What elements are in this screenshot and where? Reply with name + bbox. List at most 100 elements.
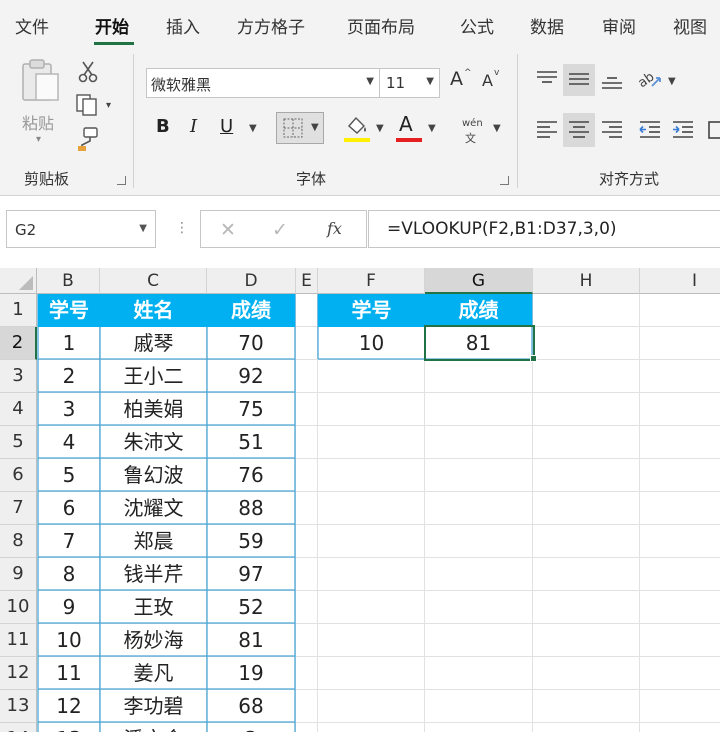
borders-button[interactable]: ▼ [276, 112, 324, 144]
cell-b11[interactable]: 10 [38, 624, 100, 657]
cell-c9[interactable]: 钱半芹 [100, 558, 207, 591]
cell-c12[interactable]: 姜凡 [100, 657, 207, 690]
cell-b9[interactable]: 8 [38, 558, 100, 591]
cell-c11[interactable]: 杨妙海 [100, 624, 207, 657]
align-left-icon[interactable] [534, 118, 560, 142]
confirm-entry-button[interactable]: ✓ [272, 219, 288, 241]
cell-d14[interactable]: 3 [207, 723, 295, 732]
phonetic-dropdown-arrow[interactable]: ▼ [493, 123, 501, 134]
formula-input[interactable]: =VLOOKUP(F2,B1:D37,3,0) [368, 210, 720, 248]
cell-b12[interactable]: 11 [38, 657, 100, 690]
caret-down-icon: v [494, 68, 500, 78]
cell-d2[interactable]: 70 [207, 327, 295, 360]
orientation-dropdown-arrow[interactable]: ▼ [668, 76, 676, 87]
cell-d8[interactable]: 59 [207, 525, 295, 558]
font-color-dropdown-arrow[interactable]: ▼ [428, 123, 436, 134]
cell-b2[interactable]: 1 [38, 327, 100, 360]
align-top-icon[interactable] [534, 68, 560, 90]
formula-text: =VLOOKUP(F2,B1:D37,3,0) [387, 219, 617, 239]
paste-dropdown-arrow[interactable]: ▾ [36, 134, 41, 145]
header-cell-id[interactable]: 学号 [38, 294, 100, 327]
underline-button[interactable]: U [220, 116, 233, 137]
lookup-header-score[interactable]: 成绩 [425, 294, 532, 327]
cell-b6[interactable]: 5 [38, 459, 100, 492]
cancel-entry-button[interactable]: ✕ [220, 219, 236, 241]
italic-button[interactable]: I [190, 116, 197, 137]
cell-d7[interactable]: 88 [207, 492, 295, 525]
cell-c3[interactable]: 王小二 [100, 360, 207, 393]
tab-file[interactable]: 文件 [15, 13, 49, 38]
cell-c2[interactable]: 戚琴 [100, 327, 207, 360]
tab-insert[interactable]: 插入 [166, 13, 200, 38]
cell-c6[interactable]: 鲁幻波 [100, 459, 207, 492]
cell-c7[interactable]: 沈耀文 [100, 492, 207, 525]
decrease-indent-icon[interactable] [637, 118, 663, 142]
format-painter-icon[interactable] [76, 126, 100, 152]
phonetic-guide-button[interactable]: wén [462, 118, 483, 129]
cell-d11[interactable]: 81 [207, 624, 295, 657]
align-middle-icon[interactable] [566, 68, 592, 90]
cell-c10[interactable]: 王玫 [100, 591, 207, 624]
font-color-button[interactable]: A [399, 112, 413, 136]
cell-c13[interactable]: 李功碧 [100, 690, 207, 723]
tab-review[interactable]: 审阅 [602, 13, 636, 38]
cell-b3[interactable]: 2 [38, 360, 100, 393]
cell-b4[interactable]: 3 [38, 393, 100, 426]
cell-d13[interactable]: 68 [207, 690, 295, 723]
tab-formulas[interactable]: 公式 [460, 13, 494, 38]
insert-function-button[interactable]: fx [327, 219, 342, 238]
cell-c5[interactable]: 朱沛文 [100, 426, 207, 459]
cell-b7[interactable]: 6 [38, 492, 100, 525]
cell-d3[interactable]: 92 [207, 360, 295, 393]
cell-b5[interactable]: 4 [38, 426, 100, 459]
copy-dropdown-arrow[interactable]: ▾ [106, 100, 111, 111]
cell-d6[interactable]: 76 [207, 459, 295, 492]
font-family-select[interactable]: 微软雅黑 ▼ [146, 68, 380, 98]
fill-handle[interactable] [530, 355, 537, 362]
decrease-font-size-button[interactable]: A [482, 71, 493, 90]
tab-data[interactable]: 数据 [530, 13, 564, 38]
cell-c4[interactable]: 柏美娟 [100, 393, 207, 426]
fill-color-icon[interactable] [344, 114, 370, 136]
cell-d9[interactable]: 97 [207, 558, 295, 591]
cut-icon[interactable] [77, 60, 99, 84]
font-dialog-launcher[interactable] [500, 176, 509, 185]
increase-font-size-button[interactable]: A [450, 68, 463, 90]
caret-up-icon: ^ [464, 68, 472, 78]
paste-button[interactable]: 粘贴 ▾ [14, 56, 66, 146]
tab-view[interactable]: 视图 [673, 13, 707, 38]
font-size-select[interactable]: 11 ▼ [380, 68, 440, 98]
name-box[interactable]: G2 ▼ [6, 210, 156, 248]
copy-icon[interactable] [75, 93, 101, 117]
align-bottom-icon[interactable] [599, 68, 625, 94]
bold-button[interactable]: B [156, 116, 170, 137]
cell-b13[interactable]: 12 [38, 690, 100, 723]
cell-d5[interactable]: 51 [207, 426, 295, 459]
cell-c8[interactable]: 郑晨 [100, 525, 207, 558]
tab-fangfang[interactable]: 方方格子 [237, 13, 305, 38]
cell-d10[interactable]: 52 [207, 591, 295, 624]
cell-d12[interactable]: 19 [207, 657, 295, 690]
align-center-icon[interactable] [566, 118, 592, 142]
clipboard-dialog-launcher[interactable] [117, 176, 126, 185]
orientation-icon[interactable]: ab [636, 66, 664, 92]
cell-c14[interactable]: 潘文金 [100, 723, 207, 732]
tab-page-layout[interactable]: 页面布局 [347, 13, 415, 38]
cell-b10[interactable]: 9 [38, 591, 100, 624]
cell-f2[interactable]: 10 [318, 327, 425, 360]
underline-dropdown-arrow[interactable]: ▼ [249, 123, 257, 134]
header-cell-name[interactable]: 姓名 [100, 294, 207, 327]
tab-home[interactable]: 开始 [95, 13, 129, 38]
lookup-header-id[interactable]: 学号 [318, 294, 425, 327]
cell-b8[interactable]: 7 [38, 525, 100, 558]
more-options-icon[interactable]: ⋮ [175, 220, 189, 236]
worksheet-grid[interactable]: B C D E F G H I 1 2 3 4 5 6 7 8 9 10 11 … [0, 268, 720, 732]
header-cell-score[interactable]: 成绩 [207, 294, 295, 327]
cell-b14[interactable]: 13 [38, 723, 100, 732]
cell-d4[interactable]: 75 [207, 393, 295, 426]
increase-indent-icon[interactable] [670, 118, 696, 142]
paste-icon [22, 59, 59, 101]
fill-color-dropdown-arrow[interactable]: ▼ [376, 123, 384, 134]
wrap-text-icon[interactable] [706, 118, 720, 142]
align-right-icon[interactable] [599, 118, 625, 142]
